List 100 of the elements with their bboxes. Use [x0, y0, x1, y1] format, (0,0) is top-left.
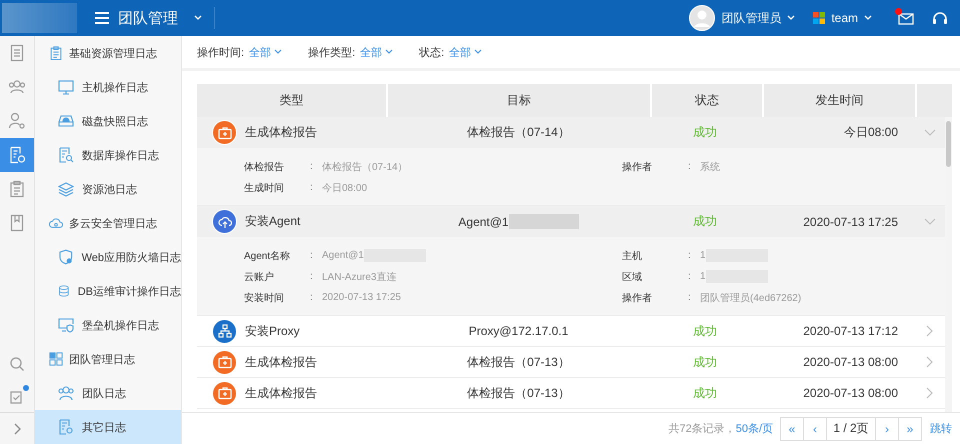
caret-icon[interactable] — [274, 49, 282, 55]
detail-value: Agent@1 — [322, 250, 364, 261]
chevron-down-icon[interactable] — [924, 128, 936, 136]
clipboard-icon — [49, 46, 63, 60]
detail-label: 操作者 — [622, 160, 653, 174]
detail-label: 生成时间 — [244, 182, 285, 194]
rail-tab[interactable] — [0, 138, 34, 172]
medical-kit-icon — [212, 380, 237, 406]
time-cell: 2020-07-13 17:25 — [803, 214, 898, 228]
sidebar-item[interactable]: 其它日志 — [35, 410, 181, 444]
type-cell: 安装Proxy — [245, 322, 300, 340]
app-title[interactable]: 团队管理 — [118, 8, 178, 28]
table-row[interactable]: 安装Agent Agent@1 成功 2020-07-13 17:25 — [197, 206, 946, 237]
page-indicator: 1 / 2页 — [826, 416, 876, 440]
sidebar-item[interactable]: 团队管理日志 — [35, 342, 181, 376]
target-cell: Proxy@172.17.0.1 — [468, 324, 568, 338]
sidebar-item[interactable]: 主机操作日志 — [35, 70, 181, 104]
detail-label: 体检报告 — [244, 160, 285, 174]
monitor-shield-icon — [58, 317, 74, 333]
medical-kit-icon — [212, 350, 237, 374]
time-cell: 2020-07-13 08:00 — [803, 355, 898, 369]
sidebar-item[interactable]: 多云安全管理日志 — [35, 206, 181, 240]
status-cell: 成功 — [693, 124, 717, 141]
people-icon — [8, 78, 26, 96]
sidebar-item[interactable]: 基础资源管理日志 — [35, 36, 181, 70]
scrollbar-thumb[interactable] — [946, 121, 951, 167]
user-name[interactable]: 团队管理员 — [721, 10, 782, 26]
mail-icon[interactable] — [898, 12, 914, 24]
chevron-right-icon[interactable] — [926, 325, 934, 337]
team-name[interactable]: team — [831, 11, 858, 25]
sidebar-item[interactable]: 磁盘快照日志 — [35, 104, 181, 138]
status-cell: 成功 — [693, 384, 717, 402]
detail-value: 系统 — [700, 160, 720, 174]
caret-icon[interactable] — [474, 49, 482, 55]
database-icon — [58, 283, 70, 299]
detail-label: 安装时间 — [244, 292, 285, 304]
table-row[interactable]: 生成体检报告 体检报告（07-14） 成功 今日08:00 — [197, 117, 946, 148]
sidebar-item[interactable]: Web应用防火墙日志 — [35, 240, 181, 274]
document-search-icon — [58, 147, 74, 163]
tray-icon — [58, 113, 74, 129]
detail-label: 区域 — [622, 270, 643, 284]
grid-icon — [49, 352, 63, 366]
type-cell: 生成体检报告 — [245, 384, 317, 402]
monitor-icon — [58, 79, 74, 95]
people-icon — [58, 385, 74, 401]
detail-value: 1 — [700, 271, 706, 282]
detail-label: 云账户 — [244, 270, 275, 284]
target-cell: 体检报告（07-13） — [467, 354, 570, 370]
layers-icon — [58, 181, 74, 197]
headset-icon[interactable] — [932, 11, 948, 25]
detail-separator: : — [688, 161, 692, 172]
shield-gear-icon — [58, 249, 74, 265]
time-cell: 2020-07-13 17:12 — [803, 324, 898, 338]
detail-separator: : — [310, 182, 314, 193]
sidebar-item[interactable]: 团队日志 — [35, 376, 181, 410]
cloud-icon — [49, 216, 63, 230]
sidebar-item[interactable]: 堡垒机操作日志 — [35, 308, 181, 342]
detail-separator: : — [310, 292, 314, 303]
target-cell: 体检报告（07-14） — [467, 124, 570, 141]
type-cell: 生成体检报告 — [245, 354, 317, 370]
detail-label: Agent名称 — [244, 250, 292, 262]
chevron-right-icon[interactable] — [13, 422, 21, 434]
menu-icon[interactable] — [95, 12, 109, 24]
medical-kit-icon — [212, 120, 237, 145]
detail-separator: : — [688, 250, 692, 261]
search-icon[interactable] — [9, 356, 25, 372]
document-gear-icon — [58, 419, 74, 435]
status-cell: 成功 — [693, 213, 717, 230]
sidebar-item[interactable]: 资源池日志 — [35, 172, 181, 206]
user-gear-icon — [8, 112, 26, 130]
status-cell: 成功 — [693, 354, 717, 370]
detail-separator: : — [310, 161, 314, 172]
four-squares-icon — [813, 12, 826, 24]
sidebar-item[interactable]: 数据库操作日志 — [35, 138, 181, 172]
detail-label: 主机 — [622, 250, 643, 262]
detail-label: 操作者 — [622, 292, 653, 304]
detail-value: 2020-07-13 17:25 — [322, 292, 401, 303]
cloud-upload-icon — [212, 209, 237, 234]
detail-separator: : — [310, 250, 314, 261]
detail-value: 体检报告（07-14） — [322, 160, 408, 174]
detail-value: 团队管理员(4ed67262) — [700, 292, 802, 304]
time-cell: 2020-07-13 08:00 — [803, 386, 898, 400]
clipboard-icon — [8, 180, 26, 198]
detail-separator: : — [688, 292, 692, 303]
type-cell: 安装Agent — [245, 213, 300, 230]
filter-label: 操作类型: — [308, 46, 356, 60]
sidebar-item[interactable]: DB运维审计操作日志 — [35, 274, 181, 308]
record-count: 共72条记录， — [668, 422, 736, 436]
chevron-right-icon[interactable] — [926, 356, 934, 368]
detail-value: LAN-Azure3直连 — [322, 270, 396, 284]
time-cell: 今日08:00 — [844, 124, 898, 141]
document-icon — [8, 44, 26, 62]
detail-value: 1 — [700, 250, 706, 261]
network-icon — [212, 318, 237, 344]
avatar-icon[interactable] — [689, 5, 716, 31]
chevron-right-icon[interactable] — [926, 387, 934, 399]
caret-icon[interactable] — [385, 49, 394, 55]
filter-label: 操作时间: — [197, 46, 244, 60]
filter-label: 状态: — [419, 46, 444, 60]
chevron-down-icon[interactable] — [924, 218, 936, 226]
